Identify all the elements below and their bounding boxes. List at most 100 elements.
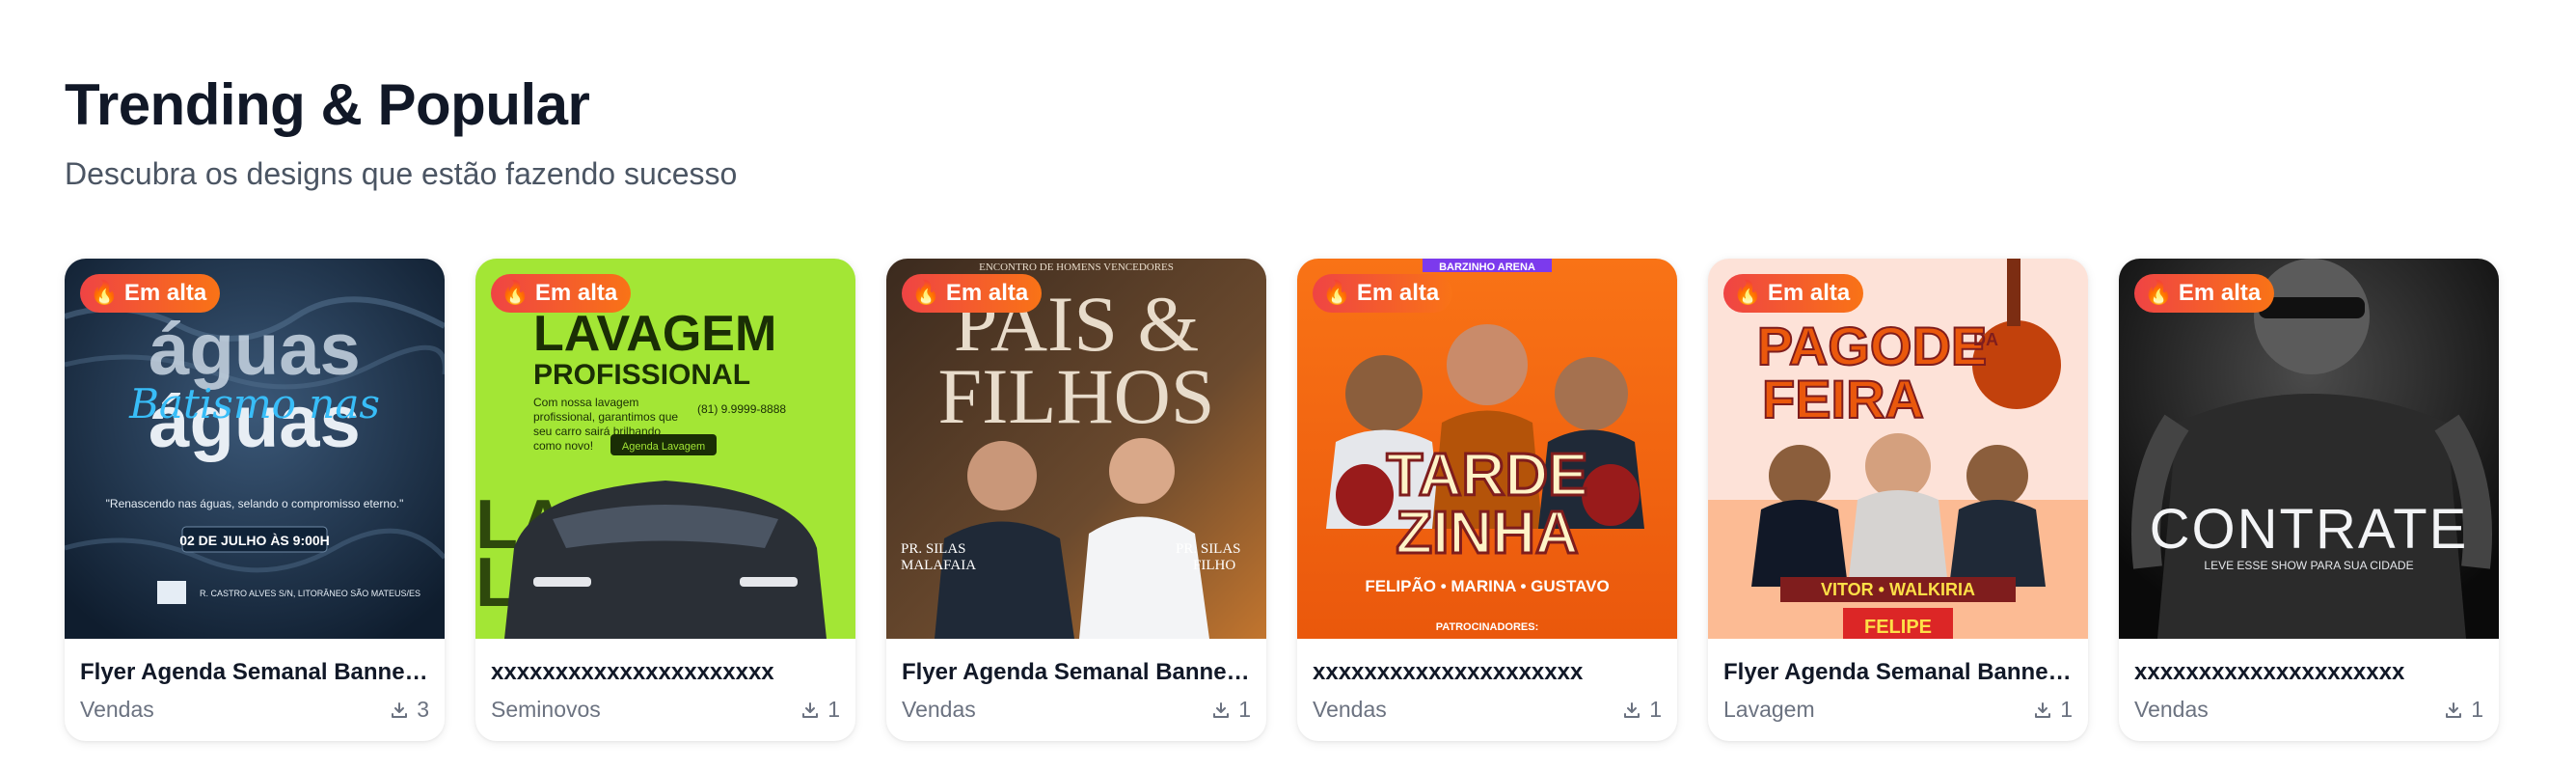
svg-text:R. CASTRO ALVES S/N, LITORÂNEO: R. CASTRO ALVES S/N, LITORÂNEO SÃO MATEU… [200, 589, 420, 598]
card-info: Flyer Agenda Semanal Banner -... Lavagem… [1708, 639, 2088, 723]
svg-text:FILHOS: FILHOS [937, 352, 1214, 440]
thumbnail-art-car-wash: LAVAGEM PROFISSIONAL Com nossa lavagem p… [475, 259, 855, 639]
svg-text:VITOR • WALKIRIA: VITOR • WALKIRIA [1821, 580, 1975, 599]
design-card[interactable]: águas águas Batismo nas "Renascendo nas … [65, 259, 445, 741]
svg-text:FILHO: FILHO [1193, 558, 1235, 573]
flame-icon: 🔥 [2144, 280, 2173, 306]
svg-text:TARDE: TARDE [1387, 442, 1588, 509]
svg-text:"Renascendo nas águas, selando: "Renascendo nas águas, selando o comprom… [106, 497, 404, 510]
svg-text:FELIPE: FELIPE [1864, 617, 1932, 638]
card-thumbnail[interactable]: LAVAGEM PROFISSIONAL Com nossa lavagem p… [475, 259, 855, 639]
svg-text:Batismo nas: Batismo nas [128, 380, 380, 427]
card-thumbnail[interactable]: BARZINHO ARENA TARDE ZINHA FELIPÃO • MAR… [1297, 259, 1677, 639]
card-meta: Vendas 1 [902, 697, 1251, 723]
svg-text:DA: DA [1973, 330, 1998, 349]
trending-section: Trending & Popular Descubra os designs q… [0, 0, 2576, 770]
card-info: xxxxxxxxxxxxxxxxxxxxx Vendas 1 [1297, 639, 1677, 723]
download-icon [2446, 701, 2462, 718]
card-category: Vendas [80, 697, 154, 722]
svg-text:LAVAGEM: LAVAGEM [533, 306, 776, 362]
card-meta: Vendas 1 [1313, 697, 1662, 723]
badge-label: Em alta [945, 280, 1029, 306]
badge-label: Em alta [1767, 280, 1851, 306]
trending-badge: 🔥 Em alta [491, 274, 632, 313]
download-count-value: 1 [2471, 697, 2483, 722]
trending-badge: 🔥 Em alta [1723, 274, 1864, 313]
card-thumbnail[interactable]: águas águas Batismo nas "Renascendo nas … [65, 259, 445, 639]
thumbnail-art-baptism: águas águas Batismo nas "Renascendo nas … [65, 259, 445, 639]
card-title[interactable]: Flyer Agenda Semanal Banner -... [80, 658, 429, 687]
card-category: Vendas [902, 697, 976, 722]
trending-badge: 🔥 Em alta [902, 274, 1043, 313]
download-count: 1 [2033, 697, 2073, 723]
design-card[interactable]: LAVAGEM PROFISSIONAL Com nossa lavagem p… [475, 259, 855, 741]
card-thumbnail[interactable]: PAGODE DA FEIRA VITOR • WALKIRIA FELIPE [1708, 259, 2088, 639]
download-icon [1213, 701, 1230, 718]
card-title[interactable]: Flyer Agenda Semanal Banner -... [1723, 658, 2073, 687]
card-meta: Vendas 1 [2134, 697, 2483, 723]
download-count: 1 [1622, 697, 1662, 723]
section-title: Trending & Popular [65, 72, 590, 137]
download-count: 1 [800, 697, 840, 723]
svg-text:CONTRATE: CONTRATE [2150, 498, 2469, 561]
card-info: xxxxxxxxxxxxxxxxxxxxx Vendas 1 [2119, 639, 2499, 723]
card-meta: Lavagem 1 [1723, 697, 2073, 723]
download-icon [1624, 701, 1641, 718]
download-count-value: 3 [417, 697, 429, 722]
card-title[interactable]: xxxxxxxxxxxxxxxxxxxxx [2134, 658, 2483, 687]
card-category: Lavagem [1723, 697, 1815, 722]
svg-text:PATROCINADORES:: PATROCINADORES: [1436, 621, 1539, 633]
download-count-value: 1 [1649, 697, 1662, 722]
svg-text:02 DE JULHO ÀS 9:00H: 02 DE JULHO ÀS 9:00H [179, 533, 330, 548]
svg-text:PR. SILAS: PR. SILAS [901, 541, 966, 557]
svg-text:Agenda Lavagem: Agenda Lavagem [622, 441, 705, 453]
card-thumbnail[interactable]: ENCONTRO DE HOMENS VENCEDORES PAIS & FIL… [886, 259, 1266, 639]
flame-icon: 🔥 [90, 280, 119, 306]
card-thumbnail[interactable]: CONTRATE LEVE ESSE SHOW PARA SUA CIDADE … [2119, 259, 2499, 639]
design-card[interactable]: BARZINHO ARENA TARDE ZINHA FELIPÃO • MAR… [1297, 259, 1677, 741]
card-meta: Seminovos 1 [491, 697, 840, 723]
thumbnail-art-fathers-sons: ENCONTRO DE HOMENS VENCEDORES PAIS & FIL… [886, 259, 1266, 639]
svg-text:(81) 9.9999-8888: (81) 9.9999-8888 [697, 402, 786, 416]
card-category: Vendas [2134, 697, 2209, 722]
badge-label: Em alta [1356, 280, 1440, 306]
download-icon [802, 701, 819, 718]
download-count-value: 1 [2060, 697, 2073, 722]
card-info: xxxxxxxxxxxxxxxxxxxxxx Seminovos 1 [475, 639, 855, 723]
badge-label: Em alta [534, 280, 618, 306]
trending-badge: 🔥 Em alta [2134, 274, 2275, 313]
badge-label: Em alta [2178, 280, 2262, 306]
card-category: Seminovos [491, 697, 601, 722]
card-title[interactable]: Flyer Agenda Semanal Banner -... [902, 658, 1251, 687]
design-card[interactable]: ENCONTRO DE HOMENS VENCEDORES PAIS & FIL… [886, 259, 1266, 741]
card-grid: águas águas Batismo nas "Renascendo nas … [65, 259, 2499, 741]
download-icon [392, 701, 408, 718]
flame-icon: 🔥 [501, 280, 529, 306]
design-card[interactable]: PAGODE DA FEIRA VITOR • WALKIRIA FELIPE [1708, 259, 2088, 741]
svg-text:águas: águas [149, 309, 361, 391]
card-meta: Vendas 3 [80, 697, 429, 723]
trending-badge: 🔥 Em alta [80, 274, 221, 313]
badge-label: Em alta [123, 280, 207, 306]
svg-text:LEVE ESSE SHOW PARA SUA CIDADE: LEVE ESSE SHOW PARA SUA CIDADE [2204, 559, 2413, 572]
flame-icon: 🔥 [1322, 280, 1351, 306]
thumbnail-art-pagode: PAGODE DA FEIRA VITOR • WALKIRIA FELIPE [1708, 259, 2088, 639]
card-title[interactable]: xxxxxxxxxxxxxxxxxxxxxx [491, 658, 840, 687]
card-title[interactable]: xxxxxxxxxxxxxxxxxxxxx [1313, 658, 1662, 687]
svg-text:ENCONTRO DE HOMENS VENCEDORES: ENCONTRO DE HOMENS VENCEDORES [979, 261, 1174, 273]
section-subtitle: Descubra os designs que estão fazendo su… [65, 156, 738, 191]
thumbnail-art-tardezinha: BARZINHO ARENA TARDE ZINHA FELIPÃO • MAR… [1297, 259, 1677, 639]
trending-badge: 🔥 Em alta [1313, 274, 1453, 313]
download-count-value: 1 [1238, 697, 1251, 722]
thumbnail-art-contrate: CONTRATE LEVE ESSE SHOW PARA SUA CIDADE [2119, 259, 2499, 639]
flame-icon: 🔥 [911, 280, 940, 306]
download-count: 3 [390, 697, 429, 723]
svg-text:PROFISSIONAL: PROFISSIONAL [533, 359, 750, 391]
card-info: Flyer Agenda Semanal Banner -... Vendas … [65, 639, 445, 723]
svg-text:MALAFAIA: MALAFAIA [901, 558, 976, 573]
design-card[interactable]: CONTRATE LEVE ESSE SHOW PARA SUA CIDADE … [2119, 259, 2499, 741]
card-info: Flyer Agenda Semanal Banner -... Vendas … [886, 639, 1266, 723]
download-count-value: 1 [827, 697, 840, 722]
download-icon [2035, 701, 2051, 718]
flame-icon: 🔥 [1733, 280, 1762, 306]
